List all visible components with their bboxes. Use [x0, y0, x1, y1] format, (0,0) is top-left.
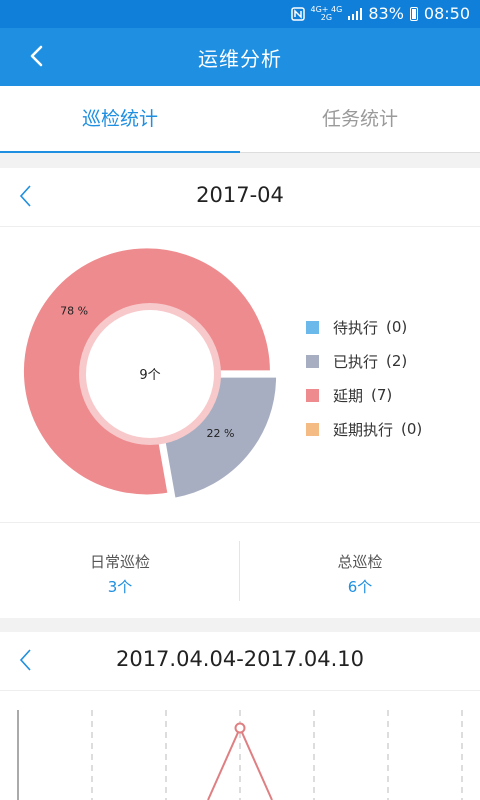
legend-label-delayed-executed: 延期执行 [333, 420, 394, 439]
page-title: 运维分析 [198, 47, 282, 71]
total-inspection-value: 6个 [347, 578, 373, 596]
week-period-label: 2017.04.04-2017.04.10 [115, 647, 365, 671]
tab-inspection-stats[interactable]: 巡检统计 [0, 86, 240, 153]
legend-count-delayed: (7) [371, 386, 393, 404]
legend-count-pending: (0) [386, 318, 408, 336]
tab-bar: 巡检统计 任务统计 [0, 86, 480, 153]
slice-label-delayed: 78 % [60, 304, 88, 317]
daily-inspection-label: 日常巡检 [89, 553, 150, 571]
daily-inspection-value: 3个 [107, 578, 133, 596]
total-inspection-label: 总巡检 [337, 553, 383, 571]
tab-task-stats[interactable]: 任务统计 [240, 86, 480, 152]
app-bar: 运维分析 [0, 28, 480, 86]
daily-inspection-stat[interactable]: 日常巡检 3个 [0, 523, 240, 619]
legend-swatch-pending [306, 320, 319, 334]
month-stats-card: 2017-04 78 % 22 % 9个 待执行 (0) 已执行 (2) 延期 (7… [0, 168, 480, 618]
legend-swatch-executed [306, 354, 319, 368]
week-stats-card: 2017.04.04-2017.04.10 [0, 632, 480, 800]
nfc-icon [290, 6, 305, 21]
total-inspection-stat[interactable]: 总巡检 6个 [240, 523, 480, 619]
legend-swatch-delayed [306, 388, 319, 402]
donut-center-total: 9个 [139, 368, 160, 383]
inspection-summary: 日常巡检 3个 总巡检 6个 [0, 522, 480, 619]
legend-item-pending: 待执行 (0) [306, 310, 476, 344]
month-period-header: 2017-04 [0, 168, 480, 227]
status-icons: 4G+ 4G 2G 83% 08:50 [290, 4, 470, 23]
battery-percent: 83% [368, 4, 404, 23]
battery-icon [409, 6, 418, 21]
clock: 08:50 [423, 4, 470, 23]
month-period-label: 2017-04 [196, 183, 284, 207]
legend-count-executed: (2) [386, 352, 408, 370]
signal-icon [348, 7, 363, 20]
legend-item-executed: 已执行 (2) [306, 344, 476, 378]
slice-label-executed: 22 % [206, 427, 234, 440]
week-period-header: 2017.04.04-2017.04.10 [0, 632, 480, 691]
status-bar: 4G+ 4G 2G 83% 08:50 [0, 0, 480, 28]
legend-swatch-delayed-executed [306, 422, 319, 436]
legend-count-delayed-executed: (0) [401, 420, 423, 438]
donut-chart: 78 % 22 % 9个 [21, 246, 279, 500]
legend-label-executed: 已执行 [333, 352, 379, 371]
delayed-series-point [234, 722, 246, 734]
legend-item-delayed: 延期 (7) [306, 378, 476, 412]
chart-legend: 待执行 (0) 已执行 (2) 延期 (7) 延期执行 (0) [306, 310, 476, 446]
network-bottom-text: 2G [320, 12, 333, 22]
week-line-chart [17, 710, 463, 800]
network-indicator: 4G+ 4G 2G [311, 5, 343, 22]
legend-label-pending: 待执行 [333, 318, 379, 337]
legend-label-delayed: 延期 [333, 386, 364, 405]
legend-item-delayed-executed: 延期执行 (0) [306, 412, 476, 446]
